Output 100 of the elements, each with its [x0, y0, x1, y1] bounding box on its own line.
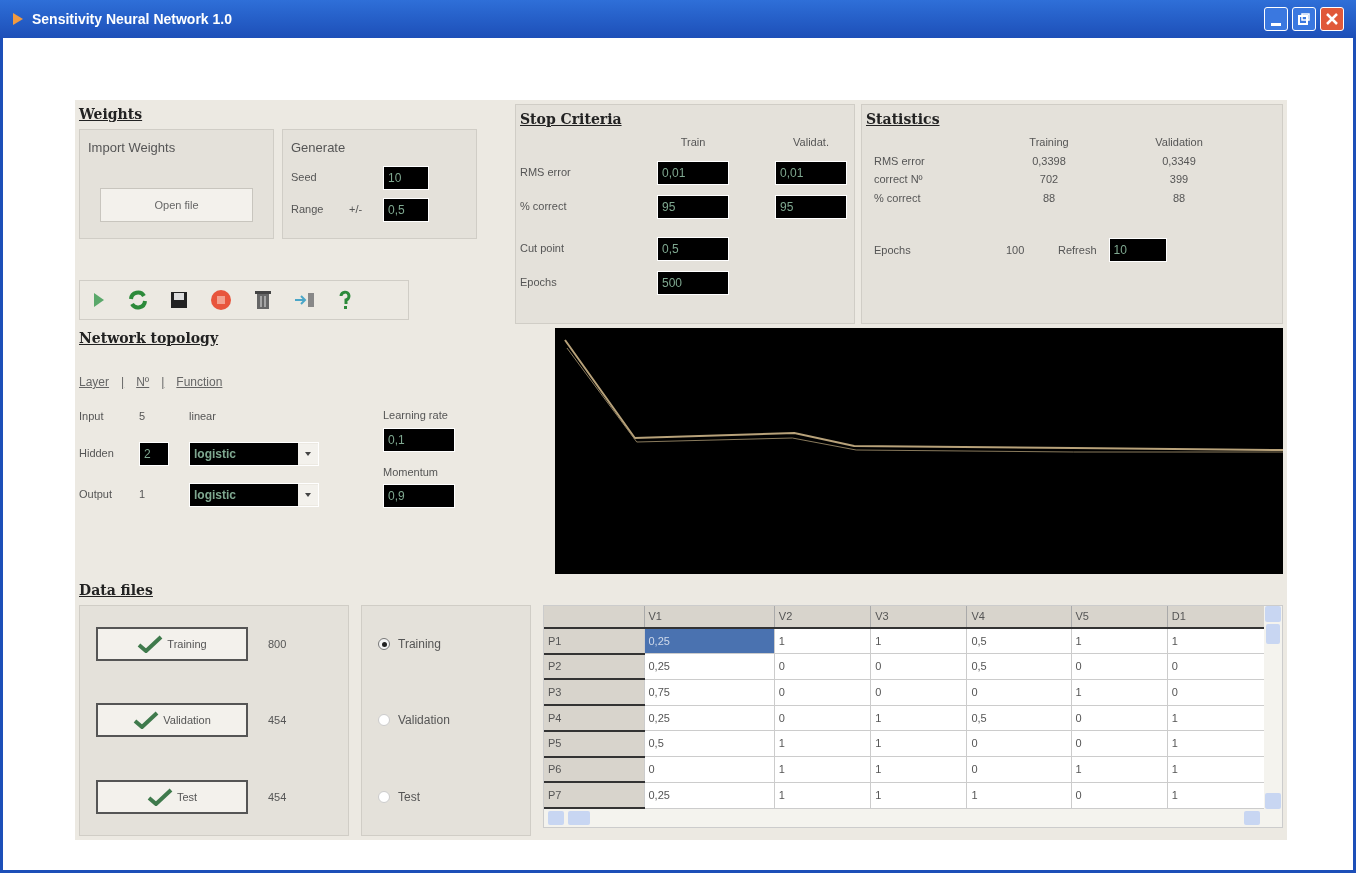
table-cell: 0,5 [966, 705, 1071, 731]
radio-label: Validation [398, 712, 450, 730]
play-icon[interactable] [92, 291, 106, 309]
column-header: V2 [774, 606, 871, 628]
table-cell: 1 [774, 782, 871, 808]
radio-button[interactable] [378, 790, 390, 803]
table-cell: 0 [966, 679, 1071, 706]
topology-header: Layer | Nº | Function [79, 374, 223, 391]
window-title: Sensitivity Neural Network 1.0 [32, 9, 232, 29]
function-dropdown[interactable]: logistic [189, 441, 319, 466]
table-cell: 0 [1071, 730, 1168, 757]
table-cell: 1 [774, 628, 871, 654]
neuron-count-field[interactable]: 2 [139, 441, 169, 466]
cut-point-field[interactable]: 0,5 [657, 236, 729, 261]
radio-label: Training [398, 636, 441, 654]
table-cell: 0,5 [644, 730, 775, 757]
seed-field[interactable]: 10 [383, 165, 429, 190]
close-button[interactable] [1320, 7, 1344, 31]
stop-icon[interactable] [210, 289, 232, 311]
table-cell: 1 [870, 756, 967, 783]
save-icon[interactable] [170, 291, 188, 309]
field-label: % correct [520, 199, 568, 215]
validation-stat-value: 399 [1168, 172, 1190, 187]
vertical-scrollbar[interactable] [1264, 606, 1282, 809]
field-label: +/- [349, 202, 364, 218]
momentum-field[interactable]: 0,9 [383, 484, 455, 508]
field-label: % correct [874, 190, 922, 206]
file-count: 454 [268, 789, 287, 805]
table-cell: 0,25 [644, 653, 775, 680]
field-label: Cut point [520, 241, 566, 257]
group-title: Import Weights [88, 139, 177, 157]
table-cell: 0 [644, 756, 775, 783]
table-cell: 1 [870, 705, 967, 731]
maximize-button[interactable] [1292, 7, 1316, 31]
range-field[interactable]: 0,5 [383, 197, 429, 222]
load-file-button[interactable]: Validation [96, 703, 248, 738]
table-cell: 1 [966, 782, 1071, 808]
load-file-button[interactable]: Training [96, 627, 248, 662]
field-label: RMS error [874, 153, 926, 169]
function-dropdown[interactable]: logistic [189, 482, 319, 507]
section-title: Statistics [866, 110, 941, 129]
table-cell: 1 [870, 628, 967, 654]
refresh-field[interactable]: 10 [1108, 238, 1167, 262]
field-label: Training [1028, 135, 1070, 150]
column-header: V3 [870, 606, 967, 628]
field-label: Learning rate [383, 408, 449, 423]
epochs-field[interactable]: 500 [657, 270, 729, 295]
file-count: 454 [268, 713, 287, 729]
table-cell: 0 [774, 679, 871, 706]
checkmark-icon [146, 787, 173, 806]
horizontal-scrollbar[interactable] [544, 809, 1282, 827]
field-label: Hidden [79, 446, 115, 462]
field-label: Train [679, 135, 707, 150]
field-label: RMS error [520, 165, 572, 181]
section-title: Weights [79, 105, 144, 124]
radio-button[interactable] [378, 638, 390, 651]
minimize-icon [1271, 23, 1281, 26]
restore-icon [1298, 13, 1310, 25]
table-cell: 0,25 [644, 628, 775, 654]
table-cell: 0,75 [644, 679, 775, 706]
table-cell: 0 [1071, 705, 1168, 731]
table-cell: 1 [774, 756, 871, 783]
table-cell: 0 [774, 653, 871, 680]
learning-rate-field[interactable]: 0,1 [383, 427, 455, 452]
validation-criterion-field[interactable]: 95 [775, 194, 847, 219]
checkmark-icon [133, 711, 160, 730]
table-cell: 0 [870, 653, 967, 680]
field-label: Range [291, 202, 325, 218]
validation-criterion-field[interactable]: 0,01 [775, 160, 847, 185]
table-cell: 0,25 [644, 705, 775, 731]
train-criterion-field[interactable]: 0,01 [657, 160, 729, 185]
app-icon [12, 12, 24, 26]
group-title: Generate [291, 139, 347, 157]
minimize-button[interactable] [1264, 7, 1288, 31]
load-file-button[interactable]: Test [96, 779, 248, 814]
table-cell: 1 [1071, 628, 1168, 654]
refresh-icon[interactable] [128, 290, 148, 310]
table-cell: 0 [774, 705, 871, 731]
row-header: P3 [544, 679, 644, 706]
help-icon[interactable] [338, 290, 352, 310]
row-header: P4 [544, 705, 644, 731]
import-icon[interactable] [294, 291, 316, 309]
section-title: Stop Criteria [520, 110, 623, 129]
trash-icon[interactable] [254, 290, 272, 310]
field-label: Seed [291, 170, 318, 186]
open-file-button[interactable]: Open file [100, 188, 253, 222]
radio-button[interactable] [378, 714, 390, 727]
table-cell: 1 [1071, 679, 1168, 706]
table-cell: 0,25 [644, 782, 775, 808]
field-label: Refresh [1058, 242, 1097, 258]
train-criterion-field[interactable]: 95 [657, 194, 729, 219]
radio-label: Test [398, 788, 420, 806]
checkmark-icon [137, 635, 164, 654]
row-header: P2 [544, 653, 644, 680]
table-cell: 0,5 [966, 653, 1071, 680]
table-cell: 1 [1071, 756, 1168, 783]
field-label: correct Nº [874, 172, 924, 187]
field-label: Epochs [520, 275, 558, 291]
table-cell: 0 [1071, 653, 1168, 680]
table-cell: 1 [870, 782, 967, 808]
